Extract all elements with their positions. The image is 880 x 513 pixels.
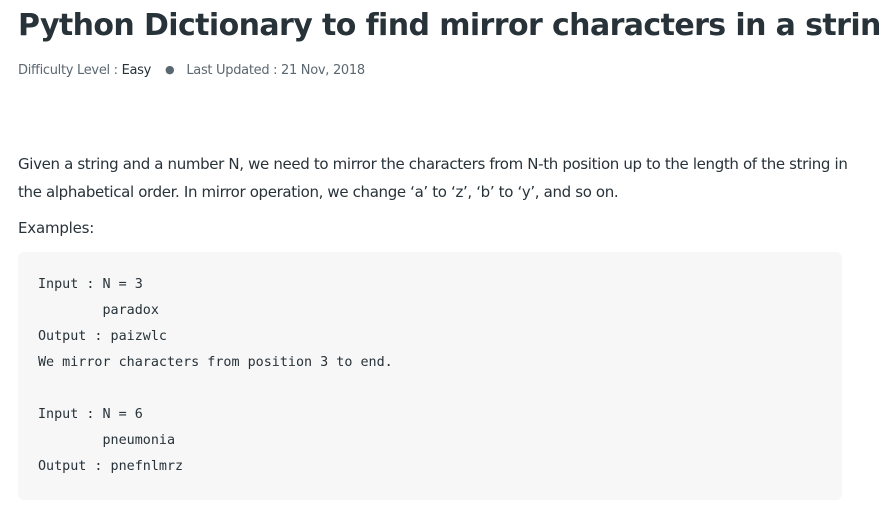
article-description: Given a string and a number N, we need t… <box>18 155 848 201</box>
code-block: Input : N = 3 paradox Output : paizwlc W… <box>18 252 842 500</box>
code-example: Input : N = 3 paradox Output : paizwlc W… <box>38 277 393 474</box>
page-title: Python Dictionary to find mirror charact… <box>18 8 880 43</box>
difficulty-label: Difficulty Level : <box>18 63 122 78</box>
last-updated: Last Updated : 21 Nov, 2018 <box>186 63 365 78</box>
meta-separator-icon: ● <box>165 63 175 76</box>
examples-heading: Examples: <box>18 219 95 237</box>
difficulty-value[interactable]: Easy <box>122 63 152 78</box>
article-meta: Difficulty Level : Easy ● Last Updated : 2… <box>18 60 365 81</box>
